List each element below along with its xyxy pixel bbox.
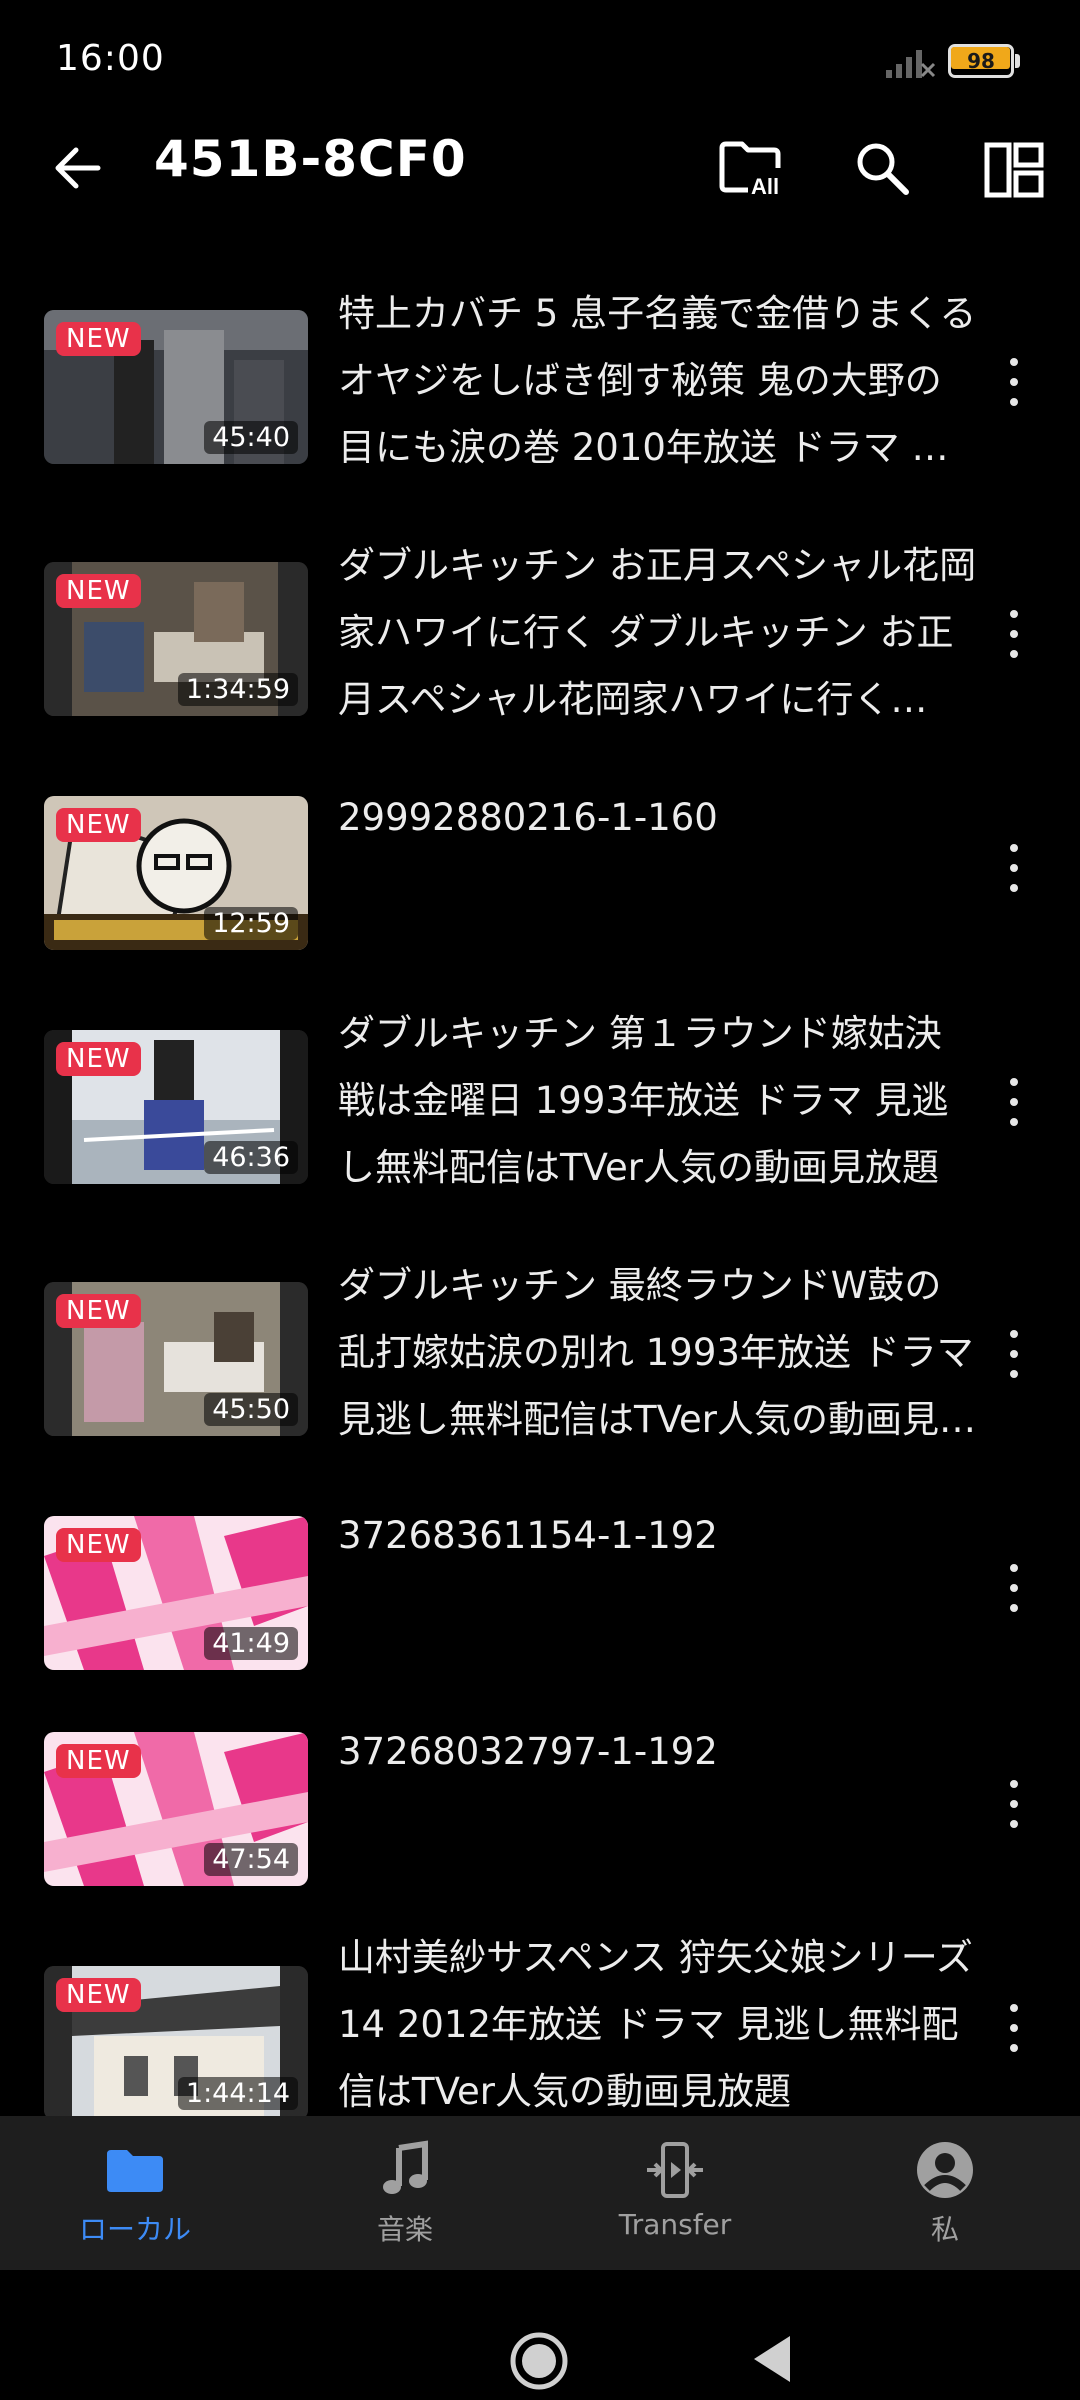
- new-badge: NEW: [56, 1528, 141, 1562]
- back-arrow-icon[interactable]: [46, 136, 110, 200]
- duration-label: 46:36: [204, 1141, 298, 1174]
- status-bar: 16:00 98: [0, 0, 1080, 120]
- more-options-icon[interactable]: [990, 2000, 1036, 2060]
- more-options-icon[interactable]: [990, 1776, 1036, 1836]
- folder-icon: [107, 2150, 163, 2192]
- list-item[interactable]: NEW 46:36 ダブルキッチン 第１ラウンド嫁姑決戦は金曜日 1993年放送…: [0, 1006, 1080, 1206]
- duration-label: 47:54: [204, 1843, 298, 1876]
- battery-level: 98: [967, 49, 995, 73]
- nav-item-music[interactable]: 音楽: [270, 2116, 540, 2270]
- more-options-icon[interactable]: [990, 1560, 1036, 1620]
- duration-label: 45:40: [204, 421, 298, 454]
- bottom-nav: ローカル 音楽 Transfer 私: [0, 2116, 1080, 2270]
- list-item[interactable]: NEW 47:54 37268032797-1-192: [0, 1706, 1080, 1906]
- video-title[interactable]: 29992880216-1-160: [338, 784, 978, 851]
- signal-icon: [886, 50, 936, 78]
- duration-label: 45:50: [204, 1393, 298, 1426]
- new-badge: NEW: [56, 1294, 141, 1328]
- battery-icon: 98: [948, 44, 1020, 78]
- more-options-icon[interactable]: [990, 1326, 1036, 1386]
- duration-label: 1:34:59: [177, 673, 298, 706]
- back-triangle-icon[interactable]: [750, 2332, 794, 2386]
- list-item[interactable]: NEW 45:40 特上カバチ 5 息子名義で金借りまくるオヤジをしばき倒す秘策…: [0, 270, 1080, 470]
- video-title[interactable]: 特上カバチ 5 息子名義で金借りまくるオヤジをしばき倒す秘策 鬼の大野の目にも涙…: [338, 280, 978, 481]
- search-icon[interactable]: [852, 138, 912, 198]
- new-badge: NEW: [56, 574, 141, 608]
- duration-label: 1:44:14: [177, 2077, 298, 2110]
- more-options-icon[interactable]: [990, 840, 1036, 900]
- folder-all-label: All: [751, 174, 779, 198]
- video-thumbnail[interactable]: NEW 1:44:14: [44, 1966, 308, 2116]
- duration-label: 12:59: [204, 907, 298, 940]
- video-thumbnail[interactable]: NEW 47:54: [44, 1732, 308, 1886]
- list-item[interactable]: NEW 41:49 37268361154-1-192: [0, 1490, 1080, 1690]
- list-item[interactable]: NEW 45:50 ダブルキッチン 最終ラウンドW鼓の乱打嫁姑涙の別れ 1993…: [0, 1258, 1080, 1458]
- layout-icon[interactable]: [984, 142, 1044, 198]
- video-title[interactable]: 37268361154-1-192: [338, 1502, 978, 1569]
- list-item[interactable]: NEW 1:34:59 ダブルキッチン お正月スペシャル花岡家ハワイに行く ダブ…: [0, 522, 1080, 722]
- list-item[interactable]: NEW 12:59 29992880216-1-160: [0, 774, 1080, 974]
- video-title[interactable]: 37268032797-1-192: [338, 1718, 978, 1785]
- video-title[interactable]: ダブルキッチン 最終ラウンドW鼓の乱打嫁姑涙の別れ 1993年放送 ドラマ 見逃…: [338, 1252, 978, 1453]
- list-item[interactable]: NEW 1:44:14 山村美紗サスペンス 狩矢父娘シリーズ 14 2012年放…: [0, 1930, 1080, 2116]
- account-icon: [917, 2142, 973, 2198]
- nav-label: 音楽: [376, 2213, 433, 2246]
- new-badge: NEW: [56, 1042, 141, 1076]
- page-title: 451B-8CF0: [154, 130, 467, 188]
- new-badge: NEW: [56, 808, 141, 842]
- nav-item-transfer[interactable]: Transfer: [540, 2116, 810, 2270]
- new-badge: NEW: [56, 1978, 141, 2012]
- nav-item-me[interactable]: 私: [810, 2116, 1080, 2270]
- video-title[interactable]: ダブルキッチン お正月スペシャル花岡家ハワイに行く ダブルキッチン お正月スペシ…: [338, 532, 978, 733]
- more-options-icon[interactable]: [990, 606, 1036, 666]
- video-thumbnail[interactable]: NEW 46:36: [44, 1030, 308, 1184]
- video-list: NEW 45:40 特上カバチ 5 息子名義で金借りまくるオヤジをしばき倒す秘策…: [0, 270, 1080, 2116]
- video-thumbnail[interactable]: NEW 45:50: [44, 1282, 308, 1436]
- transfer-icon: [647, 2142, 703, 2198]
- video-title[interactable]: ダブルキッチン 第１ラウンド嫁姑決戦は金曜日 1993年放送 ドラマ 見逃し無料…: [338, 1000, 978, 1201]
- video-thumbnail[interactable]: NEW 41:49: [44, 1516, 308, 1670]
- status-time: 16:00: [56, 38, 165, 79]
- folder-all-icon[interactable]: All: [718, 138, 786, 198]
- home-icon[interactable]: [508, 2330, 570, 2392]
- more-options-icon[interactable]: [990, 1074, 1036, 1134]
- nav-label: 私: [930, 2213, 959, 2246]
- video-thumbnail[interactable]: NEW 12:59: [44, 796, 308, 950]
- nav-label: ローカル: [78, 2213, 191, 2246]
- music-note-icon: [383, 2140, 428, 2194]
- nav-label: Transfer: [618, 2208, 732, 2241]
- video-thumbnail[interactable]: NEW 1:34:59: [44, 562, 308, 716]
- more-options-icon[interactable]: [990, 354, 1036, 414]
- duration-label: 41:49: [204, 1627, 298, 1660]
- new-badge: NEW: [56, 1744, 141, 1778]
- video-thumbnail[interactable]: NEW 45:40: [44, 310, 308, 464]
- video-title[interactable]: 山村美紗サスペンス 狩矢父娘シリーズ 14 2012年放送 ドラマ 見逃し無料配…: [338, 1924, 978, 2116]
- new-badge: NEW: [56, 322, 141, 356]
- nav-item-local[interactable]: ローカル: [0, 2116, 270, 2270]
